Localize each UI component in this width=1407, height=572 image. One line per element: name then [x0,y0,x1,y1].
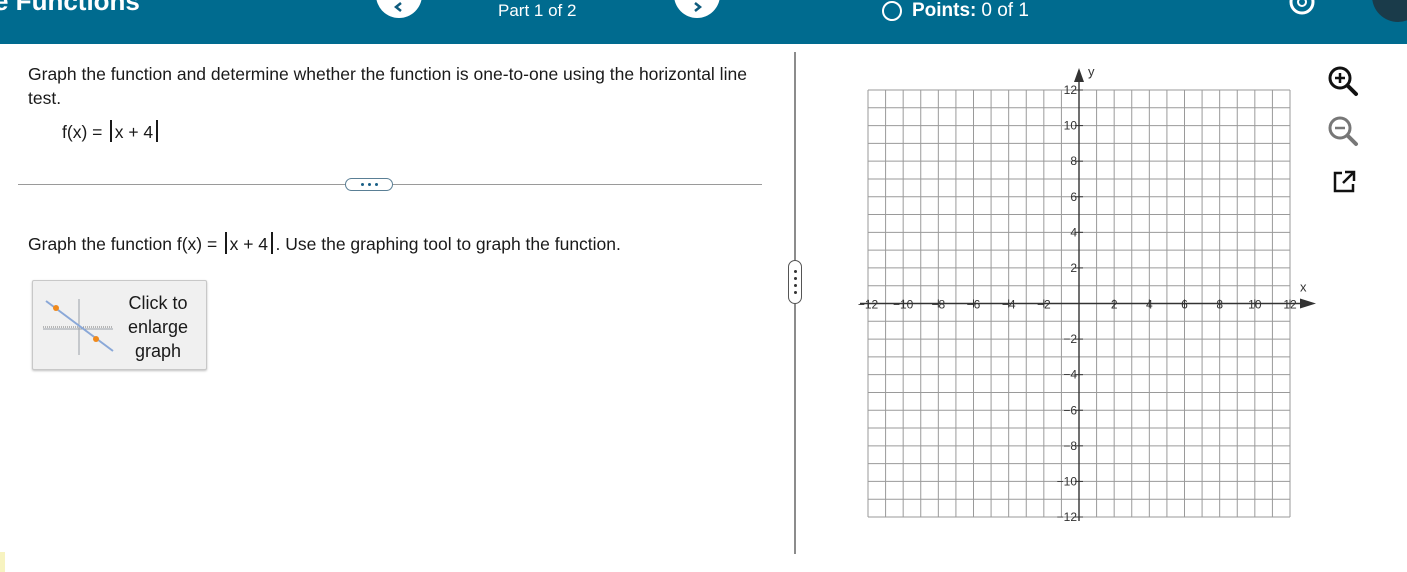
dot [793,277,797,280]
x-tick-label: 10 [1248,298,1262,312]
previous-part-button[interactable] [376,0,422,18]
y-tick-label: −10 [1057,474,1078,488]
x-axis-label: x [1300,280,1307,295]
x-tick-label: 2 [1111,298,1118,312]
part-prompt-post: . Use the graphing tool to graph the fun… [275,234,621,254]
edge-marker [0,552,5,572]
chevron-right-icon [694,2,703,12]
abs-bar-left [225,232,227,254]
x-tick-label: −12 [858,298,879,312]
x-tick-label: 8 [1216,298,1223,312]
x-tick-label: 6 [1181,298,1188,312]
axes [860,68,1316,521]
y-tick-label: 8 [1070,154,1077,168]
dot [793,284,797,287]
y-tick-label: 2 [1070,261,1077,275]
x-tick-label: 12 [1283,298,1297,312]
y-tick-label: −12 [1057,510,1078,524]
points-label: Points: [912,0,977,21]
graphing-tool-canvas[interactable]: −12 −10 −8 −6 −4 −2 2 4 6 8 10 12 −12 −10 −8 −6 −4 −2 2 4 6 8… [848,60,1328,530]
function-inner: x + 4 [114,122,154,142]
page-title: e Functions [0,0,140,16]
y-tick-label: 6 [1070,190,1077,204]
x-tick-label: −4 [1002,298,1016,312]
show-previous-parts-button[interactable] [345,178,393,191]
points-circle-icon [882,1,902,21]
y-axis-arrow [1074,68,1084,82]
y-tick-label: −8 [1063,439,1077,453]
chevron-left-icon [393,2,402,12]
zoom-out-icon[interactable] [1326,114,1360,148]
points-value: 0 of 1 [981,0,1029,21]
next-part-button[interactable] [674,0,720,18]
y-tick-label: 4 [1070,225,1077,239]
y-tick-label: 10 [1064,119,1078,133]
part-indicator: Part 1 of 2 [498,1,577,20]
y-tick-label: −4 [1063,368,1077,382]
abs-bar-left [110,120,112,142]
dot [367,183,371,186]
top-bar: e Functions Part 1 of 2 Points: 0 of 1 [0,0,1407,44]
y-tick-label: −2 [1063,332,1077,346]
dot [360,183,364,186]
y-axis-label: y [1088,64,1095,79]
x-tick-label: 4 [1146,298,1153,312]
function-expression: f(x) = x + 4 [62,120,161,143]
splitter-handle[interactable] [788,260,802,304]
points-display: Points: 0 of 1 [882,0,1029,22]
x-tick-label: −8 [931,298,945,312]
x-axis-arrow [1300,298,1316,309]
zoom-in-icon[interactable] [1326,64,1360,98]
gear-icon[interactable] [1284,0,1320,20]
dot [793,270,797,273]
enlarge-graph-label: Click to enlarge graph [127,293,189,361]
part-prompt: Graph the function f(x) = x + 4 . Use the… [28,232,621,255]
popout-icon[interactable] [1330,168,1358,196]
graph-thumbnail-icon [43,299,114,355]
x-tick-label: −2 [1037,298,1051,312]
dot [793,291,797,294]
y-tick-label: 12 [1064,83,1078,97]
abs-bar-right [156,120,158,142]
dot [374,183,378,186]
menu-button[interactable] [1372,0,1407,22]
problem-instruction: Graph the function and determine whether… [28,64,747,108]
x-tick-label: −10 [893,298,914,312]
part-prompt-inner: x + 4 [229,234,269,254]
function-lhs: f(x) = [62,122,103,142]
abs-bar-right [271,232,273,254]
enlarge-graph-button[interactable]: Click to enlarge graph [32,280,207,370]
y-tick-label: −6 [1063,403,1077,417]
x-tick-label: −6 [967,298,981,312]
part-prompt-pre: Graph the function f(x) = [28,234,218,254]
